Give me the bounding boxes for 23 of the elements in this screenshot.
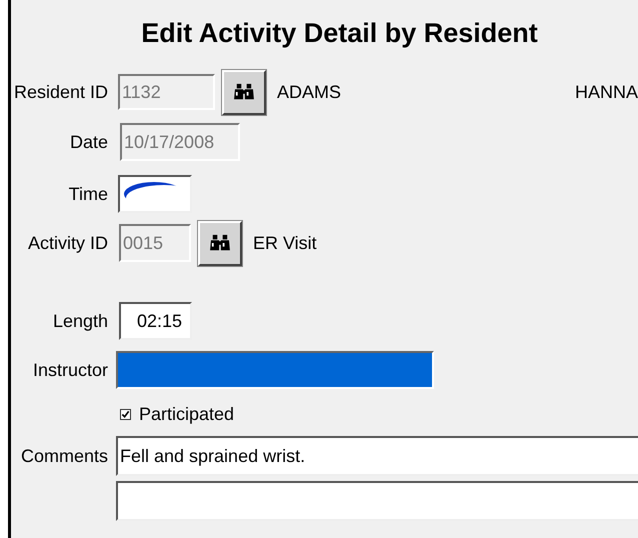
resident-first-name: HANNA	[574, 82, 638, 102]
field-label: Length	[52, 310, 108, 332]
form-title: Edit Activity Detail by Resident	[140, 17, 538, 50]
field-label: Instructor	[32, 360, 108, 380]
length-field[interactable]: 02:15	[119, 302, 192, 340]
checkbox-label: Participated	[139, 404, 234, 424]
find-button[interactable]	[222, 70, 266, 114]
instructor-field[interactable]	[116, 351, 434, 389]
binoculars-icon	[233, 83, 255, 101]
field-label: Activity ID	[26, 232, 108, 254]
checkbox-icon[interactable]	[120, 408, 131, 420]
text-field[interactable]	[116, 481, 638, 521]
resident-last-name: ADAMS	[277, 82, 342, 102]
field-label: Resident ID	[12, 82, 108, 102]
field-label: Time	[68, 184, 108, 204]
participated-checkbox[interactable]: Participated	[120, 404, 234, 424]
binoculars-icon	[209, 234, 231, 252]
field-label: Comments	[20, 446, 108, 466]
time-field[interactable]	[118, 175, 192, 213]
find-button[interactable]	[198, 220, 242, 266]
field-label: Date	[68, 132, 108, 152]
activity-name: ER Visit	[253, 232, 317, 254]
comments-field[interactable]: Fell and sprained wrist.	[116, 436, 638, 476]
